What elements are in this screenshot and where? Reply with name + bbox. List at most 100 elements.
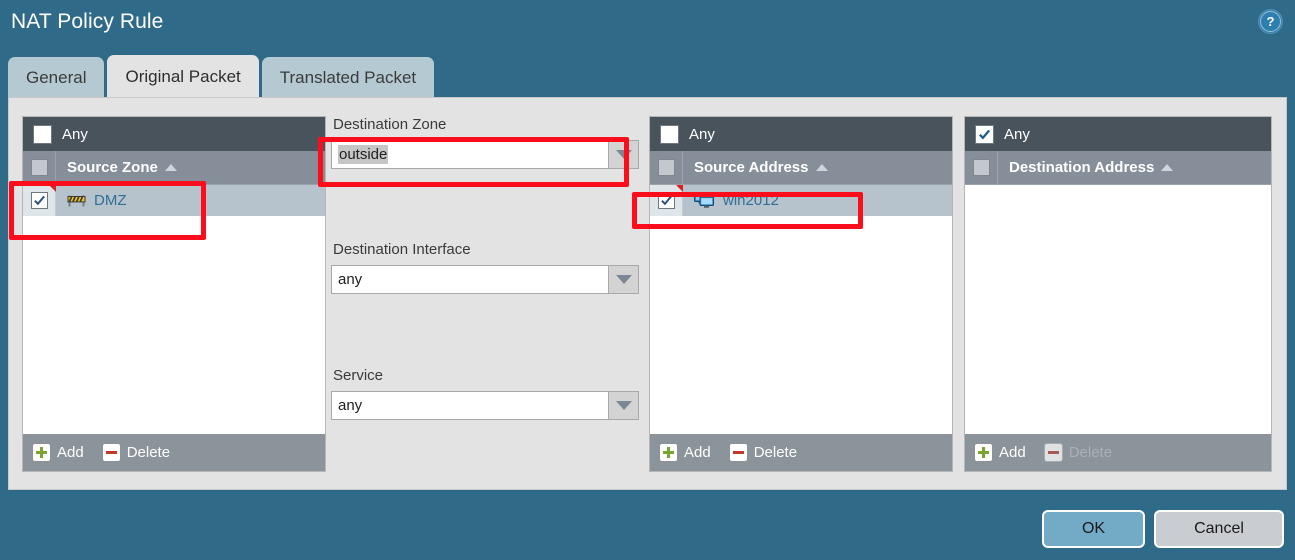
destination-interface-input[interactable]: any (331, 265, 608, 294)
source-zone-any-row[interactable]: Any (23, 117, 325, 151)
destination-zone-value: outside (338, 145, 389, 164)
destination-address-delete-button: Delete (1043, 443, 1113, 462)
source-zone-column: Any Source Zone DMZ Add Delete (22, 116, 326, 472)
checkmark-icon (660, 195, 672, 206)
destination-interface-value: any (338, 271, 363, 288)
help-circle-icon[interactable]: ? (1258, 9, 1283, 34)
source-address-any-row[interactable]: Any (650, 117, 952, 151)
minus-icon (1043, 443, 1063, 462)
source-zone-row-label: DMZ (94, 192, 127, 209)
source-zone-any-label: Any (62, 125, 88, 143)
source-address-header-checkbox-cell (650, 151, 683, 184)
checkmark-icon (979, 129, 990, 140)
destination-interface-group: Destination Interface any (331, 241, 639, 294)
destination-address-header-row: Destination Address (965, 151, 1271, 185)
destination-address-header-title[interactable]: Destination Address (1009, 159, 1174, 176)
tab-translated-packet[interactable]: Translated Packet (261, 57, 435, 98)
destination-address-header-label: Destination Address (1009, 159, 1155, 176)
source-zone-row-checkbox-cell (23, 185, 56, 216)
row-flag-marker (49, 185, 56, 192)
plus-icon (659, 443, 678, 462)
destination-address-add-button[interactable]: Add (974, 443, 1026, 462)
source-address-add-label: Add (684, 444, 711, 461)
checkmark-icon (33, 195, 45, 206)
source-zone-any-checkbox[interactable] (33, 124, 52, 144)
source-address-select-all-checkbox[interactable] (657, 159, 675, 176)
source-address-row-checkbox-cell (650, 185, 683, 216)
source-address-header-label: Source Address (694, 159, 809, 176)
cancel-button[interactable]: Cancel (1154, 510, 1284, 548)
source-address-listbox: Any Source Address win2012 Add Delete (649, 116, 953, 472)
source-zone-listbox: Any Source Zone DMZ Add Delete (22, 116, 326, 472)
plus-icon (974, 443, 993, 462)
source-zone-delete-label: Delete (126, 444, 171, 461)
source-address-row-label: win2012 (723, 192, 779, 209)
table-row[interactable]: win2012 (650, 185, 952, 216)
source-zone-header-checkbox-cell (23, 151, 56, 184)
source-zone-row-list: DMZ (23, 185, 325, 433)
source-address-any-label: Any (689, 125, 715, 143)
destination-zone-input[interactable]: outside (331, 140, 608, 169)
destination-zone-label: Destination Zone (333, 116, 447, 133)
service-label: Service (333, 367, 384, 384)
service-input[interactable]: any (331, 391, 608, 420)
tab-bar: General Original Packet Translated Packe… (8, 55, 437, 98)
chevron-down-icon (615, 150, 632, 159)
service-field[interactable]: any (331, 391, 639, 420)
chevron-down-icon (615, 401, 632, 410)
source-zone-select-all-checkbox[interactable] (30, 159, 48, 176)
field-spacer-1 (331, 169, 639, 241)
plus-icon (32, 443, 51, 462)
source-zone-footer: Add Delete (23, 433, 325, 471)
destination-address-any-label: Any (1004, 125, 1030, 143)
source-zone-delete-button[interactable]: Delete (101, 443, 171, 462)
source-address-row-list: win2012 (650, 185, 952, 433)
help-question-glyph: ? (1260, 11, 1281, 32)
service-dropdown-button[interactable] (608, 391, 639, 420)
source-address-row-checkbox[interactable] (657, 192, 675, 209)
tab-general[interactable]: General (8, 57, 105, 98)
source-address-delete-label: Delete (753, 444, 798, 461)
source-zone-header-row: Source Zone (23, 151, 325, 185)
source-zone-row-checkbox[interactable] (30, 192, 48, 209)
destination-address-listbox: Any Destination Address Add Delete (964, 116, 1272, 472)
destination-address-header-checkbox-cell (965, 151, 998, 184)
source-address-add-button[interactable]: Add (659, 443, 711, 462)
source-address-header-row: Source Address (650, 151, 952, 185)
source-zone-header-label: Source Zone (67, 159, 158, 176)
destination-address-any-checkbox[interactable] (975, 124, 994, 144)
sort-ascending-icon (815, 164, 828, 171)
destination-address-add-label: Add (999, 444, 1026, 461)
source-zone-add-label: Add (57, 444, 84, 461)
destination-zone-field[interactable]: outside (331, 140, 639, 169)
tab-original-packet[interactable]: Original Packet (107, 55, 259, 98)
destination-address-row-list (965, 185, 1271, 433)
service-value: any (338, 397, 363, 414)
destination-interface-dropdown-button[interactable] (608, 265, 639, 294)
source-address-row-label-wrap: win2012 (694, 192, 779, 209)
source-zone-header-title[interactable]: Source Zone (67, 159, 177, 176)
destination-address-select-all-checkbox[interactable] (972, 159, 990, 176)
destination-address-any-row[interactable]: Any (965, 117, 1271, 151)
destination-zone-dropdown-button[interactable] (608, 140, 639, 169)
table-row[interactable]: DMZ (23, 185, 325, 216)
middle-form-column: Destination Zone outside Destination Int… (331, 116, 639, 420)
computer-monitors-icon (694, 192, 714, 208)
source-address-any-checkbox[interactable] (660, 124, 679, 144)
dialog-footer: OK Cancel (1042, 510, 1284, 548)
ok-button[interactable]: OK (1042, 510, 1145, 548)
row-flag-marker (676, 185, 683, 192)
minus-icon (101, 443, 121, 462)
destination-interface-label: Destination Interface (333, 241, 471, 258)
zone-barrier-icon (67, 195, 86, 207)
source-zone-add-button[interactable]: Add (32, 443, 84, 462)
destination-address-delete-label: Delete (1068, 444, 1113, 461)
source-address-delete-button[interactable]: Delete (728, 443, 798, 462)
field-spacer-2 (331, 294, 639, 367)
source-address-header-title[interactable]: Source Address (694, 159, 828, 176)
service-group: Service any (331, 367, 639, 420)
chevron-down-icon (615, 275, 632, 284)
destination-interface-field[interactable]: any (331, 265, 639, 294)
source-address-footer: Add Delete (650, 433, 952, 471)
source-zone-row-label-wrap: DMZ (67, 192, 127, 209)
